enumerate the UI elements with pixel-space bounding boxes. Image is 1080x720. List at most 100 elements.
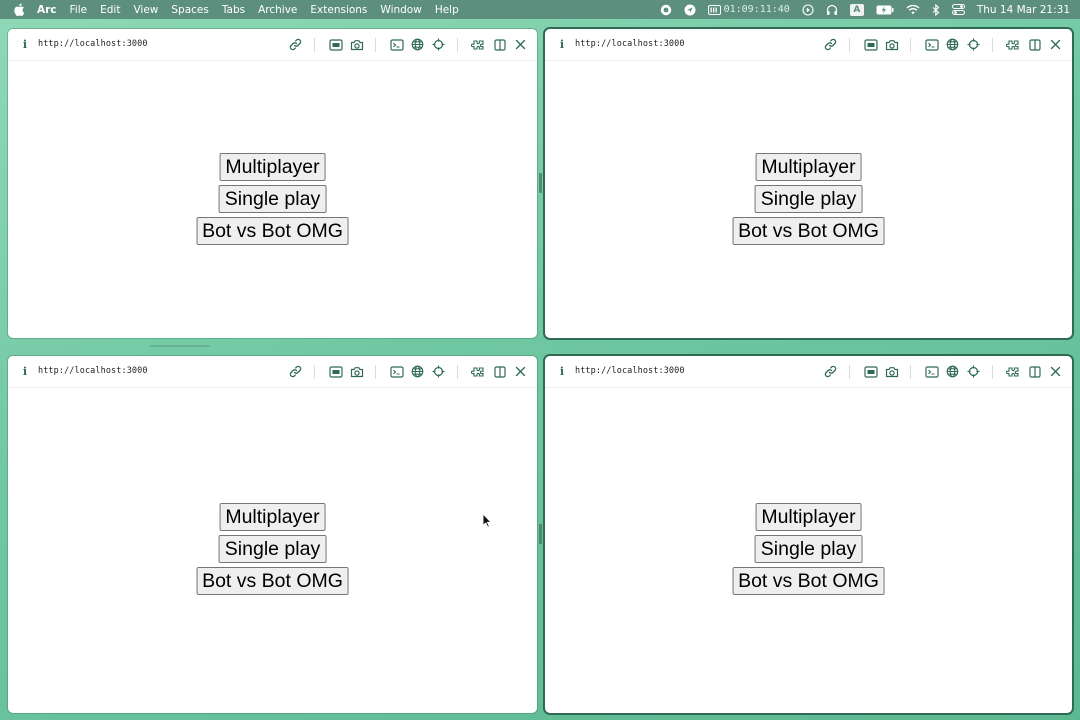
menubar-clock[interactable]: Thu 14 Mar 21:31	[977, 4, 1070, 16]
single-play-button[interactable]: Single play	[754, 535, 863, 563]
single-play-button[interactable]: Single play	[218, 535, 327, 563]
url-text[interactable]: http://localhost:3000	[38, 39, 148, 49]
apple-logo-icon[interactable]	[14, 3, 26, 16]
multiplayer-button[interactable]: Multiplayer	[755, 153, 862, 181]
globe-icon[interactable]	[409, 363, 426, 380]
page-content: Multiplayer Single play Bot vs Bot OMG	[545, 388, 1072, 713]
info-icon[interactable]: i	[20, 38, 30, 51]
info-icon[interactable]: i	[557, 365, 567, 378]
camera-icon[interactable]	[883, 36, 900, 53]
mouse-pointer-icon	[482, 513, 492, 528]
target-icon[interactable]	[430, 36, 447, 53]
link-icon[interactable]	[287, 36, 304, 53]
capture-icon[interactable]	[327, 363, 344, 380]
extensions-icon[interactable]	[1005, 36, 1022, 53]
browser-pane-top-left: i http://localhost:3000 Multiplayer Sing…	[8, 29, 537, 338]
camera-icon[interactable]	[883, 363, 900, 380]
camera-icon[interactable]	[348, 363, 365, 380]
bot-vs-bot-button[interactable]: Bot vs Bot OMG	[732, 217, 885, 245]
split-view-icon[interactable]	[491, 36, 508, 53]
multiplayer-button[interactable]: Multiplayer	[755, 503, 862, 531]
url-text[interactable]: http://localhost:3000	[38, 366, 148, 376]
target-icon[interactable]	[965, 363, 982, 380]
menu-help[interactable]: Help	[435, 4, 459, 16]
info-icon[interactable]: i	[557, 38, 567, 51]
split-resize-handle-vertical[interactable]	[539, 524, 542, 544]
pane-toolbar: i http://localhost:3000	[545, 29, 1072, 61]
timer-status[interactable]: 01:09:11:40	[707, 4, 790, 15]
capture-icon[interactable]	[327, 36, 344, 53]
single-play-button[interactable]: Single play	[218, 185, 327, 213]
bluetooth-icon[interactable]	[932, 3, 940, 16]
extensions-icon[interactable]	[1005, 363, 1022, 380]
console-icon[interactable]	[388, 36, 405, 53]
control-center-icon[interactable]	[951, 4, 965, 15]
record-icon[interactable]	[660, 4, 672, 16]
wifi-icon[interactable]	[906, 4, 920, 15]
toolbar-divider	[375, 37, 376, 52]
split-view-icon[interactable]	[1026, 36, 1043, 53]
page-content: Multiplayer Single play Bot vs Bot OMG	[8, 388, 537, 713]
menu-archive[interactable]: Archive	[258, 4, 297, 16]
close-icon[interactable]	[1047, 363, 1064, 380]
pane-toolbar: i http://localhost:3000	[8, 29, 537, 61]
globe-icon[interactable]	[944, 363, 961, 380]
location-arrow-icon[interactable]	[684, 4, 696, 16]
headphones-icon[interactable]	[826, 4, 838, 16]
pane-toolbar: i http://localhost:3000	[545, 356, 1072, 388]
bot-vs-bot-button[interactable]: Bot vs Bot OMG	[196, 567, 349, 595]
menu-file[interactable]: File	[70, 4, 88, 16]
close-icon[interactable]	[512, 36, 529, 53]
browser-pane-bottom-left: i http://localhost:3000 Multiplayer Sing…	[8, 356, 537, 713]
page-content: Multiplayer Single play Bot vs Bot OMG	[8, 61, 537, 338]
url-text[interactable]: http://localhost:3000	[575, 366, 685, 376]
toolbar-divider	[849, 364, 850, 379]
bot-vs-bot-button[interactable]: Bot vs Bot OMG	[732, 567, 885, 595]
extensions-icon[interactable]	[470, 36, 487, 53]
close-icon[interactable]	[1047, 36, 1064, 53]
multiplayer-button[interactable]: Multiplayer	[219, 153, 326, 181]
menu-tabs[interactable]: Tabs	[222, 4, 245, 16]
console-icon[interactable]	[923, 36, 940, 53]
menu-view[interactable]: View	[133, 4, 158, 16]
battery-charging-icon[interactable]	[876, 5, 894, 15]
globe-icon[interactable]	[944, 36, 961, 53]
menu-extensions[interactable]: Extensions	[310, 4, 367, 16]
globe-icon[interactable]	[409, 36, 426, 53]
extensions-icon[interactable]	[470, 363, 487, 380]
menu-edit[interactable]: Edit	[100, 4, 120, 16]
bot-vs-bot-button[interactable]: Bot vs Bot OMG	[196, 217, 349, 245]
menu-app-name[interactable]: Arc	[37, 4, 57, 16]
capture-icon[interactable]	[862, 363, 879, 380]
split-resize-handle-vertical[interactable]	[539, 173, 542, 193]
console-icon[interactable]	[923, 363, 940, 380]
toolbar-actions	[283, 363, 529, 380]
toolbar-divider	[457, 364, 458, 379]
toolbar-divider	[314, 37, 315, 52]
capture-icon[interactable]	[862, 36, 879, 53]
multiplayer-button[interactable]: Multiplayer	[219, 503, 326, 531]
play-circle-icon[interactable]	[802, 3, 814, 16]
link-icon[interactable]	[287, 363, 304, 380]
target-icon[interactable]	[430, 363, 447, 380]
link-icon[interactable]	[822, 36, 839, 53]
single-play-button[interactable]: Single play	[754, 185, 863, 213]
camera-icon[interactable]	[348, 36, 365, 53]
toolbar-divider	[314, 364, 315, 379]
page-content: Multiplayer Single play Bot vs Bot OMG	[545, 61, 1072, 338]
keyboard-input-indicator[interactable]: A	[849, 3, 864, 16]
menu-window[interactable]: Window	[380, 4, 421, 16]
link-icon[interactable]	[822, 363, 839, 380]
info-icon[interactable]: i	[20, 365, 30, 378]
split-view-icon[interactable]	[491, 363, 508, 380]
menu-spaces[interactable]: Spaces	[171, 4, 208, 16]
toolbar-divider	[375, 364, 376, 379]
url-text[interactable]: http://localhost:3000	[575, 39, 685, 49]
split-resize-handle-horizontal[interactable]	[150, 345, 210, 347]
target-icon[interactable]	[965, 36, 982, 53]
close-icon[interactable]	[512, 363, 529, 380]
console-icon[interactable]	[388, 363, 405, 380]
game-menu: Multiplayer Single play Bot vs Bot OMG	[196, 503, 349, 595]
split-view-icon[interactable]	[1026, 363, 1043, 380]
toolbar-divider	[992, 364, 993, 379]
